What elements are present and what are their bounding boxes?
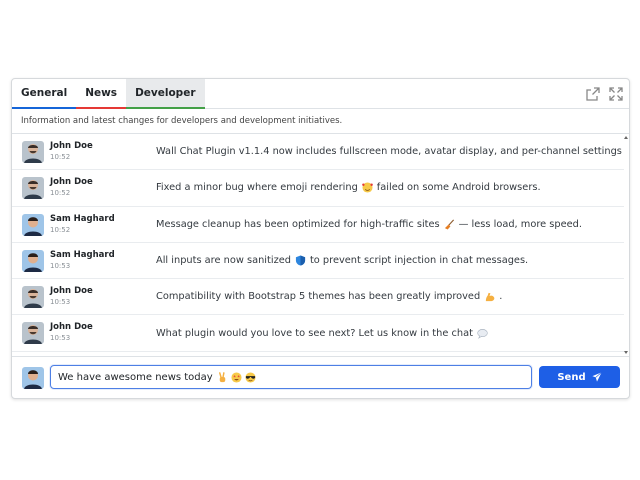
message-author: John Doe <box>50 141 93 151</box>
tab-label: News <box>85 87 118 99</box>
hearts-face-emoji <box>361 182 373 193</box>
message-time: 10:52 <box>50 153 71 161</box>
message-author: Sam Haghard <box>50 213 115 224</box>
message-body: Wall Chat Plugin v1.1.4 now includes ful… <box>156 146 622 158</box>
message-row: Sam Haghard 10:52 Message cleanup has bee… <box>12 207 624 243</box>
flexed-biceps-emoji <box>486 293 495 302</box>
message-text: Fixed a minor bug where emoji rendering … <box>156 170 541 205</box>
speech-bubble-emoji <box>477 328 488 339</box>
message-input[interactable]: We have awesome news today <box>50 365 532 389</box>
external-link-icon[interactable] <box>585 86 601 102</box>
message-body: All inputs are now sanitized <box>156 255 291 267</box>
tab-label: General <box>21 87 68 99</box>
channel-description: Information and latest changes for devel… <box>12 109 629 134</box>
message-author: John Doe <box>50 322 93 333</box>
message-tail: failed on some Android browsers. <box>376 182 541 194</box>
message-time: 10:52 <box>50 225 71 234</box>
message-text: Wall Chat Plugin v1.1.4 now includes ful… <box>156 134 624 169</box>
scroll-up-arrow-icon[interactable] <box>624 136 628 139</box>
avatar <box>22 367 44 389</box>
victory-hand-emoji <box>218 371 225 382</box>
avatar <box>22 213 44 236</box>
composer: We have awesome news today Send <box>12 356 629 399</box>
message-time: 10:53 <box>50 298 71 307</box>
avatar <box>22 141 44 163</box>
message-body: What plugin would you love to see next? … <box>156 327 473 339</box>
message-body: Fixed a minor bug where emoji rendering <box>156 182 358 194</box>
message-row: John Doe 10:53 Compatibility with Bootstr… <box>12 279 624 316</box>
message-list[interactable]: John Doe 10:52 Wall Chat Plugin v1.1.4 no… <box>12 134 624 356</box>
message-input-value: We have awesome news today <box>58 371 213 383</box>
message-author: John Doe <box>50 177 93 188</box>
tab-label: Developer <box>135 87 196 99</box>
message-body: Message cleanup has been optimized for h… <box>156 218 440 230</box>
starstruck-emoji <box>231 371 242 383</box>
message-text: Compatibility with Bootstrap 5 themes ha… <box>156 279 502 314</box>
message-author: John Doe <box>50 286 93 297</box>
message-row: John Doe 10:53 What plugin would you love… <box>12 315 624 352</box>
message-row: Sam Haghard 10:53 All inputs are now sani… <box>12 243 624 280</box>
message-body: Compatibility with Bootstrap 5 themes ha… <box>156 291 481 303</box>
expand-icon[interactable] <box>608 86 624 102</box>
tab-developer[interactable]: Developer <box>126 79 205 109</box>
avatar <box>22 249 44 272</box>
message-tail: to prevent script injection in chat mess… <box>309 255 529 267</box>
message-row: John Doe 10:52 Wall Chat Plugin v1.1.4 no… <box>12 134 624 171</box>
message-row: John Doe 10:52 Fixed a minor bug where em… <box>12 170 624 207</box>
avatar <box>22 286 44 309</box>
shield-emoji <box>295 255 306 266</box>
send-label: Send <box>557 371 586 383</box>
chat-widget: General News Developer Information and l… <box>11 78 630 399</box>
message-text: All inputs are now sanitized to prevent … <box>156 243 528 278</box>
message-tail: — less load, more speed. <box>458 218 582 230</box>
tab-general[interactable]: General <box>12 79 77 109</box>
message-time: 10:52 <box>50 189 71 198</box>
broom-emoji <box>444 219 454 230</box>
message-tail: . <box>499 291 503 303</box>
message-text: What plugin would you love to see next? … <box>156 315 492 350</box>
send-button[interactable]: Send <box>539 366 620 388</box>
sunglasses-emoji <box>245 371 256 383</box>
scroll-down-arrow-icon[interactable] <box>624 351 628 354</box>
avatar <box>22 177 44 200</box>
tab-bar: General News Developer <box>12 79 629 109</box>
message-text: Message cleanup has been optimized for h… <box>156 207 582 242</box>
avatar <box>22 322 44 345</box>
message-time: 10:53 <box>50 334 71 343</box>
paper-plane-icon <box>592 372 602 382</box>
scrollbar[interactable] <box>623 134 628 356</box>
message-author: Sam Haghard <box>50 249 115 260</box>
tab-news[interactable]: News <box>76 79 127 109</box>
message-time: 10:53 <box>50 261 71 270</box>
